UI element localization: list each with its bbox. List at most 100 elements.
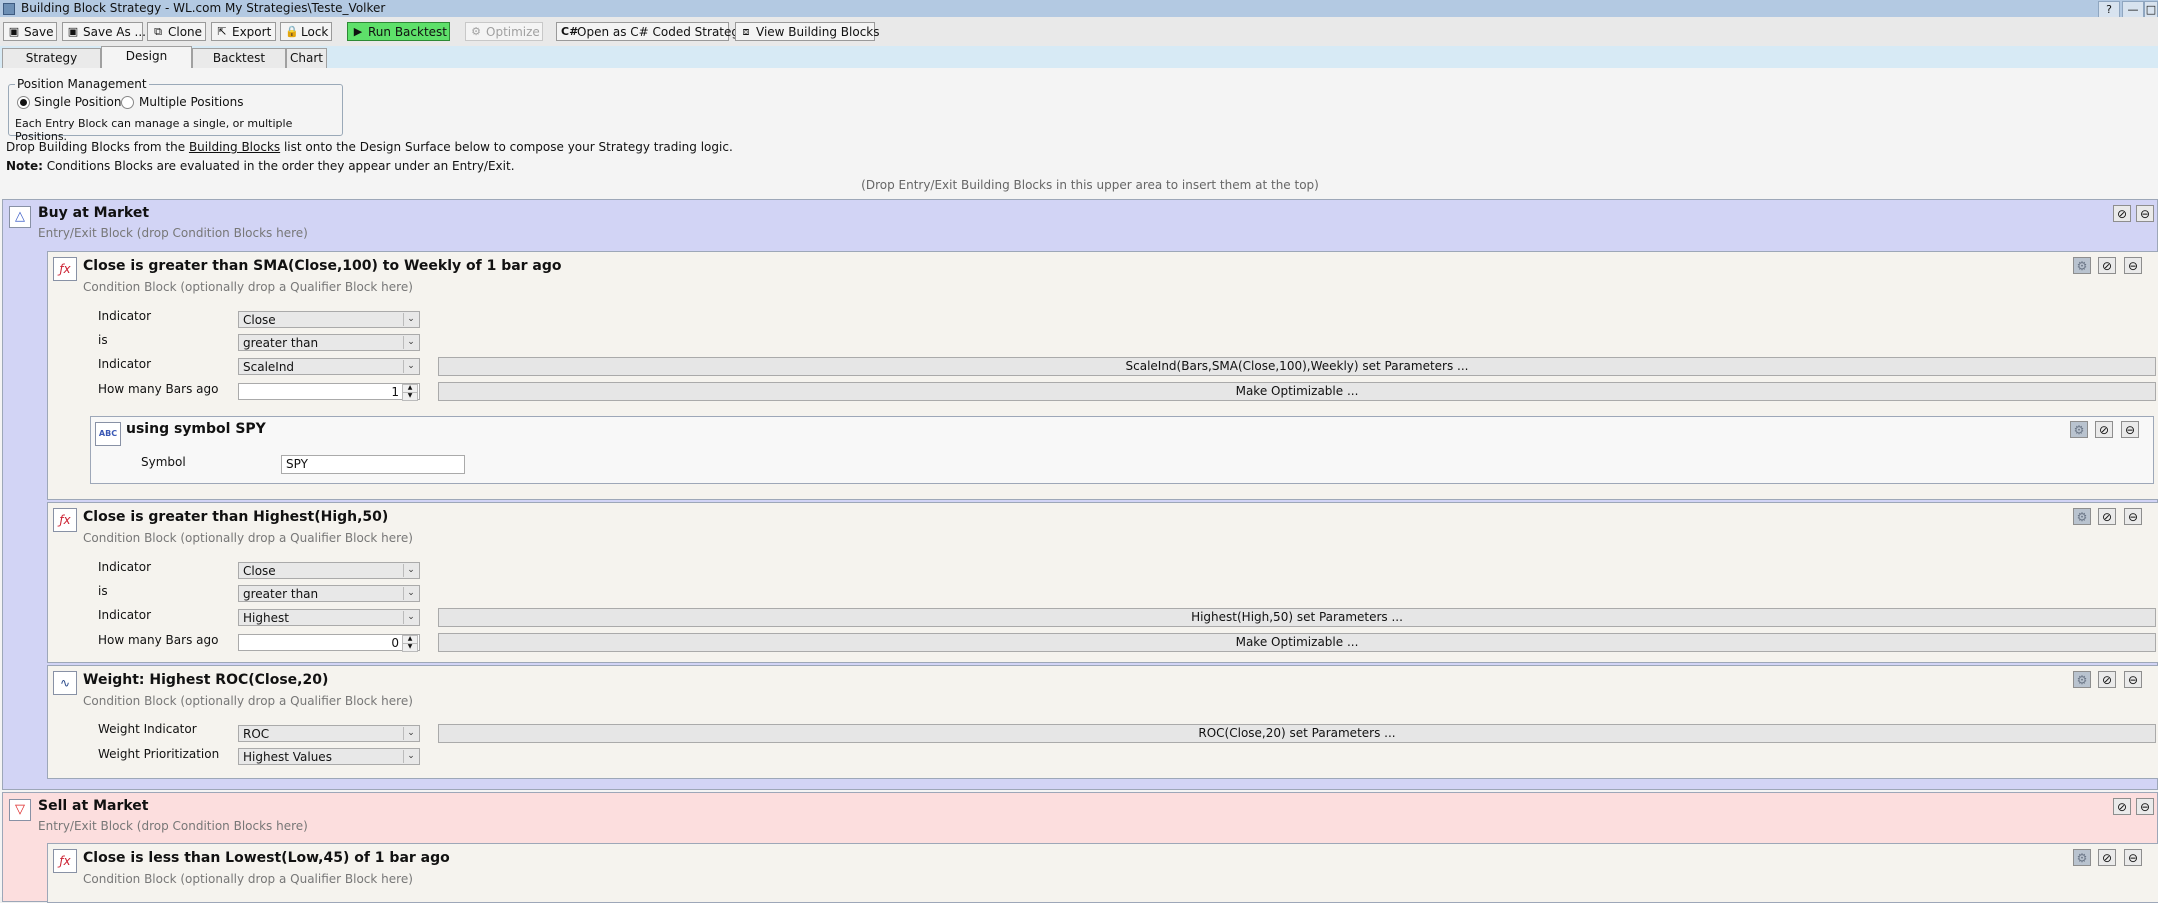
tab-chart[interactable]: Chart	[286, 48, 327, 68]
blocks-icon: ⧈	[742, 25, 750, 38]
triangle-down-icon: ▽	[9, 799, 31, 821]
building-blocks-link[interactable]: Building Blocks	[189, 140, 280, 154]
sell-at-market-block[interactable]: ▽ Sell at Market Entry/Exit Block (drop …	[2, 792, 2158, 903]
condition-block[interactable]: ƒx Close is greater than Highest(High,50…	[47, 502, 2158, 663]
abc-icon: ABC	[95, 422, 121, 446]
tab-backtest-results[interactable]: Backtest Results	[192, 48, 286, 84]
disable-icon[interactable]: ⊘	[2098, 508, 2116, 525]
run-backtest-button[interactable]: ▶ Run Backtest	[347, 22, 450, 41]
export-button[interactable]: ⇱ Export	[211, 22, 276, 41]
clone-icon: ⧉	[154, 25, 162, 38]
symbol-input[interactable]: SPY	[281, 455, 465, 474]
maximize-button[interactable]: □	[2144, 1, 2158, 18]
entry-subtitle: Entry/Exit Block (drop Condition Blocks …	[38, 226, 308, 240]
bars-ago-stepper[interactable]: 1 ▲ ▼	[238, 383, 420, 401]
entry-subtitle: Entry/Exit Block (drop Condition Blocks …	[38, 819, 308, 833]
set-parameters-button[interactable]: Highest(High,50) set Parameters ...	[438, 608, 2156, 627]
indicator2-select[interactable]: ScaleInd ⌄	[238, 358, 420, 375]
export-icon: ⇱	[217, 25, 227, 38]
comparison-select[interactable]: greater than ⌄	[238, 585, 420, 602]
bars-ago-label: How many Bars ago	[98, 633, 219, 647]
remove-icon[interactable]: ⊖	[2124, 849, 2142, 866]
make-optimizable-button[interactable]: Make Optimizable ...	[438, 633, 2156, 652]
optimize-button[interactable]: ⚙ Optimize	[465, 22, 543, 41]
chevron-down-icon: ⌄	[403, 587, 418, 600]
minimize-button[interactable]: —	[2122, 1, 2144, 18]
indicator-label: Indicator	[98, 608, 152, 622]
gear-icon[interactable]: ⚙	[2073, 257, 2091, 274]
view-building-blocks-button[interactable]: ⧈ View Building Blocks	[735, 22, 880, 41]
disable-icon[interactable]: ⊘	[2098, 257, 2116, 274]
disable-icon[interactable]: ⊘	[2113, 798, 2131, 815]
chevron-down-icon: ⌄	[403, 727, 418, 740]
indicator2-select[interactable]: Highest ⌄	[238, 609, 420, 626]
remove-icon[interactable]: ⊖	[2136, 205, 2154, 222]
condition-icon: ƒx	[53, 849, 77, 873]
indicator1-select[interactable]: Close ⌄	[238, 562, 420, 579]
make-optimizable-button[interactable]: Make Optimizable ...	[438, 382, 2156, 401]
help-button[interactable]: ?	[2098, 1, 2120, 18]
disable-icon[interactable]: ⊘	[2098, 671, 2116, 688]
comparison-select[interactable]: greater than ⌄	[238, 334, 420, 351]
single-position-radio[interactable]	[17, 96, 30, 109]
tab-strip: Strategy Settings Design Surface Backtes…	[0, 46, 2158, 84]
remove-icon[interactable]: ⊖	[2124, 257, 2142, 274]
chevron-down-icon: ⌄	[403, 750, 418, 763]
save-button[interactable]: ▣ Save	[3, 22, 57, 41]
remove-icon[interactable]: ⊖	[2121, 421, 2139, 438]
remove-icon[interactable]: ⊖	[2124, 671, 2142, 688]
window-title: Building Block Strategy - WL.com My Stra…	[21, 1, 386, 15]
condition-subtitle: Condition Block (optionally drop a Quali…	[83, 280, 413, 294]
bars-ago-stepper[interactable]: 0 ▲ ▼	[238, 634, 420, 652]
condition-block[interactable]: ƒx Close is less than Lowest(Low,45) of …	[47, 843, 2158, 903]
chevron-down-icon: ⌄	[403, 360, 418, 373]
gear-icon[interactable]: ⚙	[2073, 671, 2091, 688]
condition-block[interactable]: ƒx Close is greater than SMA(Close,100) …	[47, 251, 2158, 500]
weight-indicator-select[interactable]: ROC ⌄	[238, 725, 420, 742]
lock-button[interactable]: 🔒 Lock	[280, 22, 332, 41]
gear-icon[interactable]: ⚙	[2070, 421, 2088, 438]
remove-icon[interactable]: ⊖	[2124, 508, 2142, 525]
condition-subtitle: Condition Block (optionally drop a Quali…	[83, 694, 413, 708]
open-csharp-button[interactable]: C# Open as C# Coded Strategy	[556, 22, 746, 41]
spin-down-icon[interactable]: ▼	[402, 643, 418, 652]
chevron-down-icon: ⌄	[403, 313, 418, 326]
disable-icon[interactable]: ⊘	[2098, 849, 2116, 866]
weight-condition-block[interactable]: ∿ Weight: Highest ROC(Close,20) Conditio…	[47, 665, 2158, 779]
set-parameters-button[interactable]: ROC(Close,20) set Parameters ...	[438, 724, 2156, 743]
disable-icon[interactable]: ⊘	[2095, 421, 2113, 438]
spin-down-icon[interactable]: ▼	[402, 392, 418, 401]
drop-hint: (Drop Entry/Exit Building Blocks in this…	[861, 178, 1319, 192]
tab-design-surface[interactable]: Design Surface	[101, 46, 192, 82]
multiple-positions-radio[interactable]	[121, 96, 134, 109]
entry-title: Buy at Market	[38, 205, 150, 221]
triangle-up-icon: △	[9, 206, 31, 228]
comparison-label: is	[98, 584, 108, 598]
condition-icon: ƒx	[53, 508, 77, 532]
disable-icon[interactable]: ⊘	[2113, 205, 2131, 222]
instructions-line: Drop Building Blocks from the Building B…	[6, 140, 733, 154]
design-surface: Position Management Single Position Mult…	[0, 68, 2158, 903]
indicator-label: Indicator	[98, 309, 152, 323]
set-parameters-button[interactable]: ScaleInd(Bars,SMA(Close,100),Weekly) set…	[438, 357, 2156, 376]
qualifier-title: using symbol SPY	[126, 421, 266, 437]
indicator-label: Indicator	[98, 357, 152, 371]
weight-icon: ∿	[53, 671, 77, 695]
condition-title: Weight: Highest ROC(Close,20)	[83, 672, 329, 688]
qualifier-block[interactable]: ABC using symbol SPY ⚙ ⊘ ⊖ Symbol SPY	[90, 416, 2154, 484]
tab-strategy-settings[interactable]: Strategy Settings	[2, 48, 101, 84]
csharp-icon: C#	[561, 25, 579, 38]
save-as-button[interactable]: ▣ Save As ...	[62, 22, 146, 41]
gear-icon[interactable]: ⚙	[2073, 849, 2091, 866]
indicator1-select[interactable]: Close ⌄	[238, 311, 420, 328]
gear-icon[interactable]: ⚙	[2073, 508, 2091, 525]
condition-icon: ƒx	[53, 257, 77, 281]
buy-at-market-block[interactable]: △ Buy at Market Entry/Exit Block (drop C…	[2, 199, 2158, 790]
clone-button[interactable]: ⧉ Clone	[147, 22, 206, 41]
position-management-group: Position Management Single Position Mult…	[8, 77, 343, 143]
chevron-down-icon: ⌄	[403, 336, 418, 349]
remove-icon[interactable]: ⊖	[2136, 798, 2154, 815]
weight-prioritization-select[interactable]: Highest Values ⌄	[238, 748, 420, 765]
position-management-legend: Position Management	[15, 77, 149, 91]
indicator-label: Indicator	[98, 560, 152, 574]
